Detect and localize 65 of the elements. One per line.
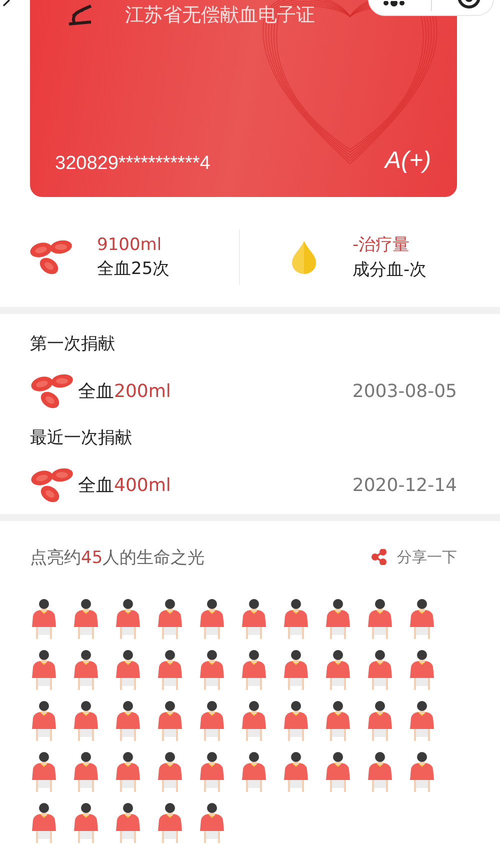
person-icon <box>324 752 352 792</box>
person-icon <box>282 752 310 792</box>
person-icon <box>366 752 394 792</box>
person-icon <box>30 599 58 639</box>
donation-date: 2003-08-05 <box>352 380 457 402</box>
person-icon <box>156 752 184 792</box>
card-title: 江苏省无偿献血电子证 <box>125 3 315 28</box>
person-icon <box>408 701 436 741</box>
person-icon <box>324 701 352 741</box>
person-icon <box>114 803 142 843</box>
person-icon <box>240 599 268 639</box>
id-number: 320829***********4 <box>55 153 210 175</box>
person-icon <box>30 650 58 690</box>
person-icon <box>156 701 184 741</box>
person-icon <box>114 599 142 639</box>
person-icon <box>198 752 226 792</box>
donation-heading: 第一次捐献 <box>30 333 116 356</box>
person-icon <box>114 701 142 741</box>
blood-cells-icon <box>29 239 73 275</box>
blood-type: A(+) <box>384 147 431 175</box>
person-icon <box>240 752 268 792</box>
person-icon <box>72 752 100 792</box>
person-icon <box>282 701 310 741</box>
person-icon <box>198 650 226 690</box>
person-icon <box>366 701 394 741</box>
person-icon <box>114 752 142 792</box>
person-icon <box>72 803 100 843</box>
person-icon <box>198 701 226 741</box>
stat-amount: 9100ml <box>97 234 163 254</box>
person-icon <box>156 803 184 843</box>
person-icon <box>408 599 436 639</box>
donation-amount: 全血400ml <box>78 474 171 497</box>
person-icon <box>30 803 58 843</box>
drop-icon <box>290 240 316 274</box>
blood-cells-icon <box>30 373 74 409</box>
donation-date: 2020-12-14 <box>352 474 457 496</box>
person-icon <box>72 701 100 741</box>
person-icon <box>282 650 310 690</box>
person-icon <box>72 599 100 639</box>
person-icon <box>156 650 184 690</box>
person-icon <box>30 752 58 792</box>
stat-label: 全血25次 <box>97 258 170 280</box>
stat-label: 成分血-次 <box>352 259 427 281</box>
person-icon <box>72 650 100 690</box>
person-icon <box>198 803 226 843</box>
donation-heading: 最近一次捐献 <box>30 427 133 450</box>
person-icon <box>324 650 352 690</box>
person-icon <box>408 752 436 792</box>
donation-amount: 全血200ml <box>78 380 171 403</box>
person-icon <box>408 650 436 690</box>
share-button[interactable]: 分享一下 <box>371 548 457 566</box>
stat-amount: -治疗量 <box>352 234 411 256</box>
person-icon <box>240 650 268 690</box>
person-icon <box>240 701 268 741</box>
person-icon <box>324 599 352 639</box>
person-icon <box>366 599 394 639</box>
person-icon <box>30 701 58 741</box>
person-icon <box>366 650 394 690</box>
person-icon <box>282 599 310 639</box>
person-icon <box>198 599 226 639</box>
lives-headline: 点亮约45人的生命之光 <box>30 546 205 568</box>
person-icon <box>114 650 142 690</box>
share-icon[interactable] <box>371 549 387 565</box>
person-icon <box>156 599 184 639</box>
blood-cells-icon <box>30 467 74 503</box>
